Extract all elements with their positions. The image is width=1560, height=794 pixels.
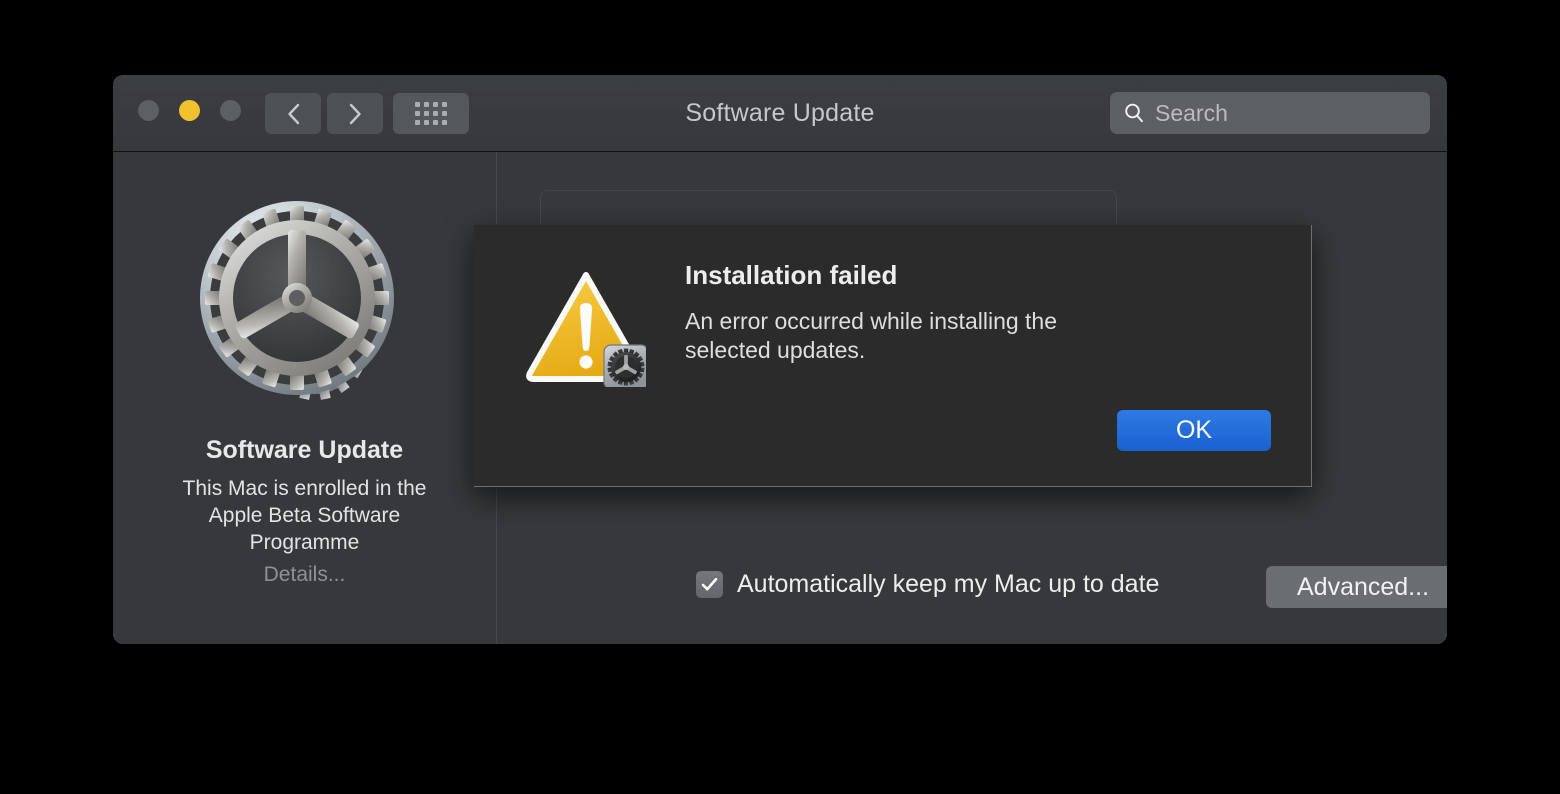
auto-update-checkbox-row[interactable]: Automatically keep my Mac up to date	[696, 570, 1159, 599]
auto-update-checkbox[interactable]	[696, 571, 723, 598]
system-preferences-gear-icon	[199, 201, 394, 400]
screen: Software Update Search Software Update T…	[0, 0, 1560, 794]
warning-triangle-with-gear-badge-icon	[526, 272, 646, 387]
sidebar: Software Update This Mac is enrolled in …	[113, 152, 497, 644]
dialog-message: An error occurred while installing the s…	[685, 308, 1058, 363]
software-update-window: Software Update Search Software Update T…	[113, 75, 1447, 644]
installation-failed-dialog: Installation failed An error occurred wh…	[474, 225, 1312, 487]
sidebar-title: Software Update	[205, 436, 404, 464]
search-field[interactable]: Search	[1110, 92, 1430, 134]
window-titlebar: Software Update Search	[113, 75, 1447, 152]
dialog-title: Installation failed	[685, 260, 898, 290]
search-icon	[1125, 103, 1143, 123]
checkmark-icon	[701, 577, 718, 591]
search-placeholder: Search	[1155, 99, 1228, 126]
auto-update-label: Automatically keep my Mac up to date	[737, 570, 1160, 598]
bottom-controls: Automatically keep my Mac up to date Adv…	[498, 566, 1447, 614]
sidebar-description: This Mac is enrolled in the Apple Beta S…	[182, 477, 427, 554]
ok-button[interactable]: OK	[1117, 410, 1271, 451]
advanced-button[interactable]: Advanced...	[1266, 566, 1447, 608]
details-link[interactable]: Details...	[264, 563, 346, 587]
